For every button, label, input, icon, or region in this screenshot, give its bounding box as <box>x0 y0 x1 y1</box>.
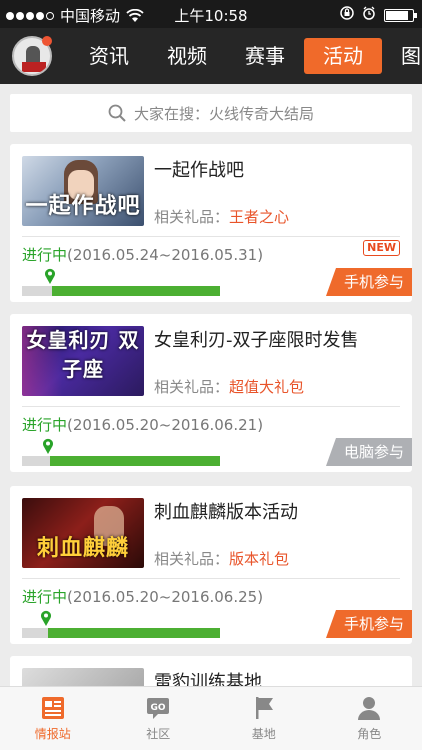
gift-label: 相关礼品： <box>154 378 230 396</box>
date-range: (2016.05.24~2016.05.31) <box>67 246 264 264</box>
progress-pin-icon <box>41 610 51 626</box>
bottom-tab-bar: 情报站 GO 社区 基地 角色 <box>0 686 422 750</box>
progress-bar <box>22 628 220 638</box>
tab-news[interactable]: 资讯 <box>70 38 148 74</box>
activity-card[interactable]: 刺血麒麟 刺血麒麟版本活动 相关礼品：版本礼包 进行中(2016.05.20~2… <box>10 486 412 644</box>
community-chat-icon: GO <box>147 698 170 719</box>
pc-join-button[interactable]: 电脑参与 <box>325 438 412 466</box>
notification-dot <box>42 36 52 46</box>
tabbar-label: 角色 <box>357 727 382 741</box>
progress-pin-icon <box>43 438 53 454</box>
progress-fill <box>48 628 220 638</box>
mobile-join-button[interactable]: 手机参与 <box>325 268 412 296</box>
progress-fill <box>52 286 220 296</box>
tabbar-item-community[interactable]: GO 社区 <box>106 687 212 750</box>
tabbar-label: 基地 <box>251 727 276 741</box>
activity-list: 大家在搜：火线传奇大结局 一起作战吧 一起作战吧 相关礼品：王者之心 进行中(2… <box>0 84 422 686</box>
mobile-join-button[interactable]: 手机参与 <box>325 610 412 638</box>
rotation-lock-icon <box>340 6 354 24</box>
gift-line: 相关礼品：超值大礼包 <box>154 376 304 397</box>
progress-fill <box>50 456 220 466</box>
progress-pin-icon <box>45 268 55 284</box>
status-bar: 中国移动 上午10:58 <box>0 0 422 28</box>
gift-label: 相关礼品： <box>154 208 230 226</box>
nav-tabs: 资讯 视频 赛事 活动 图 <box>70 28 422 84</box>
search-placeholder: 大家在搜：火线传奇大结局 <box>133 104 314 123</box>
divider <box>22 578 400 579</box>
activity-image: 刺血麒麟 <box>22 498 144 568</box>
activity-title: 一起作战吧 <box>154 160 244 181</box>
activity-image: 女皇利刃 双子座 <box>22 326 144 396</box>
tab-gallery[interactable]: 图 <box>382 38 422 74</box>
newspaper-icon <box>41 697 64 719</box>
image-caption: 一起作战吧 <box>25 194 141 219</box>
tabbar-label: 情报站 <box>34 727 71 741</box>
divider <box>22 236 400 237</box>
flag-icon <box>255 697 273 719</box>
svg-text:GO: GO <box>151 703 166 713</box>
progress-bar <box>22 286 220 296</box>
activity-title: 雷豹训练基地 <box>154 672 262 686</box>
search-icon <box>108 104 126 122</box>
person-icon <box>358 697 381 720</box>
alarm-icon <box>362 6 376 24</box>
gift-link[interactable]: 版本礼包 <box>229 550 289 568</box>
image-caption: 女皇利刃 双子座 <box>26 328 140 381</box>
top-nav: 资讯 视频 赛事 活动 图 <box>0 28 422 84</box>
activity-status: 进行中(2016.05.24~2016.05.31) <box>22 244 263 265</box>
activity-image <box>22 668 144 686</box>
activity-status: 进行中(2016.05.20~2016.06.21) <box>22 414 263 435</box>
tabbar-item-intel[interactable]: 情报站 <box>0 687 106 750</box>
activity-card[interactable]: 雷豹训练基地 <box>10 656 412 686</box>
gift-line: 相关礼品：王者之心 <box>154 206 289 227</box>
activity-card[interactable]: 女皇利刃 双子座 女皇利刃-双子座限时发售 相关礼品：超值大礼包 进行中(201… <box>10 314 412 472</box>
search-bar[interactable]: 大家在搜：火线传奇大结局 <box>10 94 412 132</box>
tabbar-item-base[interactable]: 基地 <box>211 687 317 750</box>
status-label: 进行中 <box>22 246 68 264</box>
date-range: (2016.05.20~2016.06.21) <box>67 416 264 434</box>
date-range: (2016.05.20~2016.06.25) <box>67 588 264 606</box>
gift-line: 相关礼品：版本礼包 <box>154 548 289 569</box>
status-label: 进行中 <box>22 588 68 606</box>
tab-video[interactable]: 视频 <box>148 38 226 74</box>
activity-title: 刺血麒麟版本活动 <box>154 502 298 523</box>
activity-image: 一起作战吧 <box>22 156 144 226</box>
battery-icon <box>384 8 417 22</box>
image-caption: 刺血麒麟 <box>36 536 129 561</box>
tabbar-item-character[interactable]: 角色 <box>317 687 422 750</box>
gift-link[interactable]: 王者之心 <box>229 208 289 226</box>
tab-activities[interactable]: 活动 <box>304 38 382 74</box>
tab-events[interactable]: 赛事 <box>226 38 304 74</box>
activity-title: 女皇利刃-双子座限时发售 <box>154 330 359 351</box>
activity-card[interactable]: 一起作战吧 一起作战吧 相关礼品：王者之心 进行中(2016.05.24~201… <box>10 144 412 302</box>
gift-link[interactable]: 超值大礼包 <box>229 378 304 396</box>
gift-label: 相关礼品： <box>154 550 230 568</box>
new-badge: NEW <box>363 240 400 256</box>
divider <box>22 406 400 407</box>
status-label: 进行中 <box>22 416 68 434</box>
activity-status: 进行中(2016.05.20~2016.06.25) <box>22 586 263 607</box>
progress-bar <box>22 456 220 466</box>
tabbar-label: 社区 <box>146 727 171 741</box>
